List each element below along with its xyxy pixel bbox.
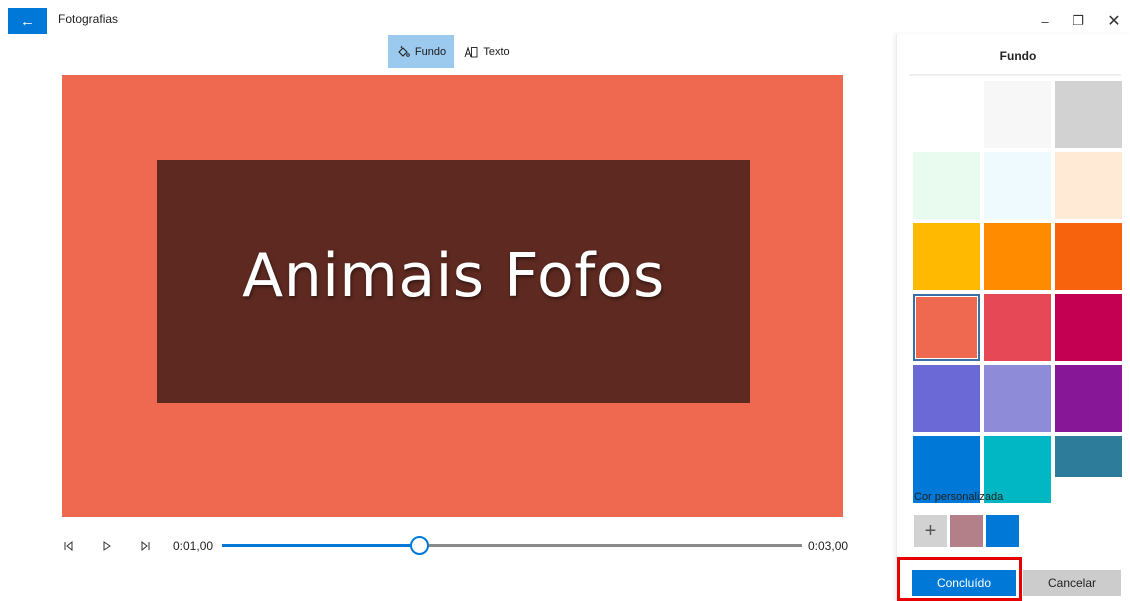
title-card-box: Animais Fofos bbox=[157, 160, 750, 403]
tab-background[interactable]: Fundo bbox=[388, 35, 454, 68]
panel-title: Fundo bbox=[999, 49, 1037, 63]
panel-divider bbox=[909, 74, 1121, 76]
tab-text[interactable]: Texto bbox=[458, 35, 516, 68]
back-arrow-icon: ← bbox=[20, 12, 35, 30]
close-icon: ✕ bbox=[1107, 13, 1121, 30]
tab-text-label: Texto bbox=[483, 45, 510, 58]
plus-icon: + bbox=[924, 519, 937, 542]
background-panel: Fundo Cor personalizada + bbox=[896, 34, 1130, 601]
tab-background-label: Fundo bbox=[414, 45, 447, 58]
current-time: 0:01,00 bbox=[173, 539, 214, 553]
color-swatch[interactable] bbox=[984, 223, 1051, 290]
color-swatch[interactable] bbox=[1055, 223, 1122, 290]
custom-color-swatch[interactable] bbox=[986, 515, 1019, 547]
color-swatch[interactable] bbox=[913, 294, 980, 361]
play-icon bbox=[103, 541, 111, 551]
total-time: 0:03,00 bbox=[808, 539, 849, 553]
restore-icon: ❐ bbox=[1072, 13, 1084, 28]
timeline-progress bbox=[222, 544, 420, 547]
color-swatch[interactable] bbox=[913, 152, 980, 219]
color-swatch[interactable] bbox=[984, 152, 1051, 219]
step-back-icon bbox=[64, 541, 73, 551]
color-swatch[interactable] bbox=[913, 365, 980, 432]
video-preview: Animais Fofos bbox=[62, 75, 843, 517]
title-card-text: Animais Fofos bbox=[242, 240, 665, 311]
color-swatch[interactable] bbox=[984, 81, 1051, 148]
color-swatch[interactable] bbox=[1055, 81, 1122, 148]
custom-color-label: Cor personalizada bbox=[914, 491, 1004, 503]
paint-bucket-icon bbox=[398, 45, 410, 57]
color-swatch[interactable] bbox=[913, 223, 980, 290]
previous-frame-button[interactable] bbox=[58, 537, 78, 555]
color-swatch[interactable] bbox=[1055, 294, 1122, 361]
add-custom-color-button[interactable]: + bbox=[914, 515, 947, 547]
step-forward-icon bbox=[141, 541, 150, 551]
minimize-icon: – bbox=[1041, 13, 1049, 29]
next-frame-button[interactable] bbox=[136, 537, 156, 555]
color-swatch[interactable] bbox=[984, 365, 1051, 432]
close-button[interactable]: ✕ bbox=[1094, 8, 1130, 34]
color-swatch[interactable] bbox=[984, 294, 1051, 361]
app-title: Fotografias bbox=[58, 12, 119, 26]
color-swatch[interactable] bbox=[1055, 436, 1122, 477]
timeline-thumb[interactable] bbox=[410, 536, 430, 555]
timeline-slider[interactable] bbox=[222, 536, 802, 555]
back-button[interactable]: ← bbox=[8, 8, 47, 34]
color-swatch[interactable] bbox=[913, 81, 980, 148]
restore-button[interactable]: ❐ bbox=[1058, 8, 1098, 34]
play-button[interactable] bbox=[97, 537, 117, 555]
done-button[interactable]: Concluído bbox=[912, 570, 1016, 596]
custom-color-swatch[interactable] bbox=[950, 515, 983, 547]
color-swatch[interactable] bbox=[1055, 152, 1122, 219]
text-box-icon bbox=[464, 45, 478, 57]
cancel-button[interactable]: Cancelar bbox=[1023, 570, 1121, 596]
color-swatch[interactable] bbox=[1055, 365, 1122, 432]
